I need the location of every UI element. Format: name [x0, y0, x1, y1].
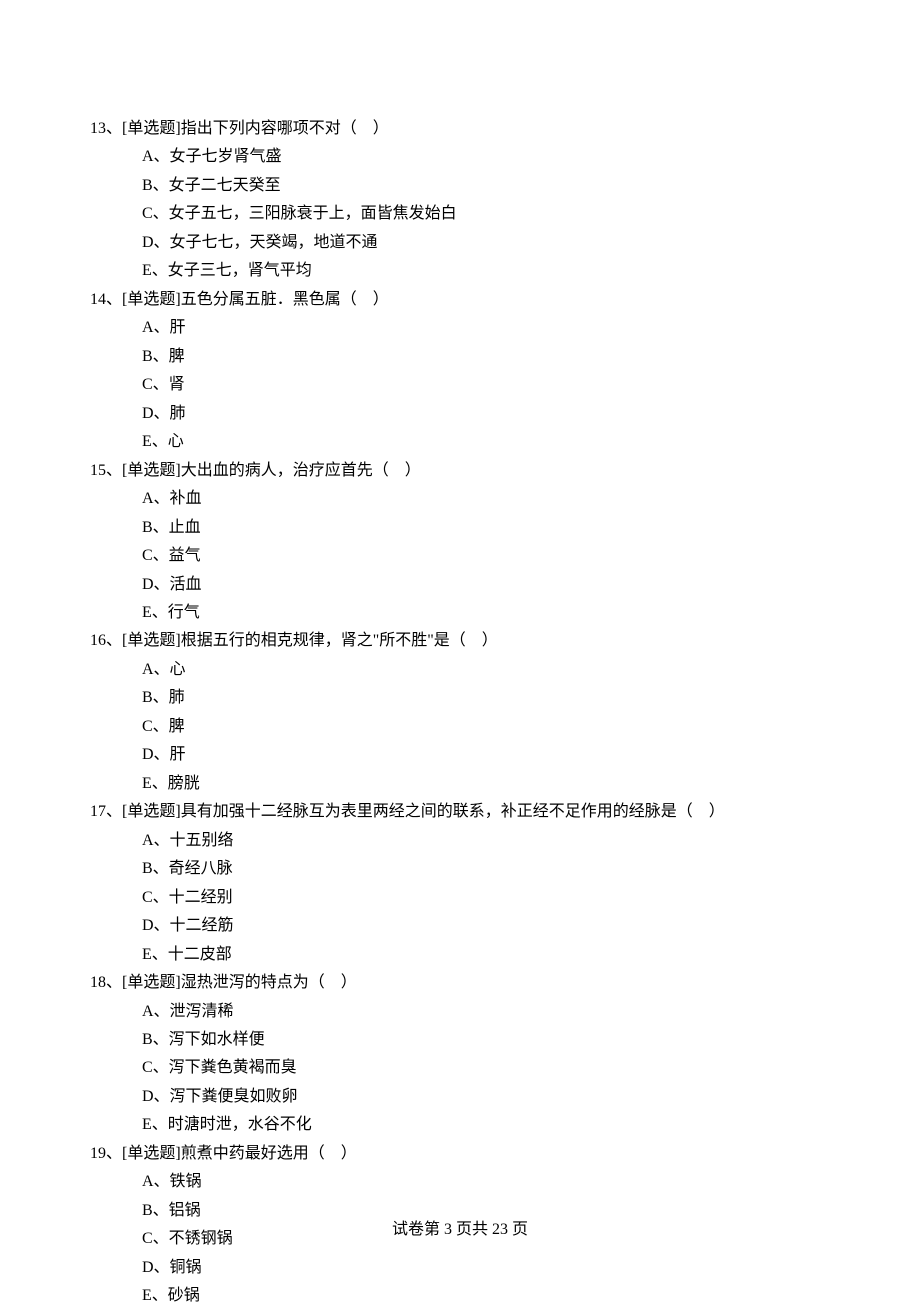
option-e: E、心	[142, 428, 830, 456]
options-list: A、心 B、肺 C、脾 D、肝 E、膀胱	[90, 656, 830, 798]
option-d: D、泻下粪便臭如败卵	[142, 1083, 830, 1111]
question-15: 15、[单选题]大出血的病人，治疗应首先（ ） A、补血 B、止血 C、益气 D…	[90, 457, 830, 628]
option-a: A、铁锅	[142, 1168, 830, 1196]
option-c: C、脾	[142, 713, 830, 741]
question-text: 煎煮中药最好选用（ ）	[181, 1145, 357, 1162]
options-list: A、肝 B、脾 C、肾 D、肺 E、心	[90, 314, 830, 456]
question-stem: 15、[单选题]大出血的病人，治疗应首先（ ）	[90, 457, 830, 485]
option-b: B、女子二七天癸至	[142, 172, 830, 200]
question-text: 湿热泄泻的特点为（ ）	[181, 974, 357, 991]
question-stem: 16、[单选题]根据五行的相克规律，肾之"所不胜"是（ ）	[90, 627, 830, 655]
option-e: E、膀胱	[142, 770, 830, 798]
option-d: D、肝	[142, 741, 830, 769]
option-b: B、奇经八脉	[142, 855, 830, 883]
option-c: C、肾	[142, 371, 830, 399]
option-b: B、泻下如水样便	[142, 1026, 830, 1054]
options-list: A、泄泻清稀 B、泻下如水样便 C、泻下粪色黄褐而臭 D、泻下粪便臭如败卵 E、…	[90, 998, 830, 1140]
option-e: E、十二皮部	[142, 941, 830, 969]
option-c: C、十二经别	[142, 884, 830, 912]
option-d: D、女子七七，天癸竭，地道不通	[142, 229, 830, 257]
option-e: E、女子三七，肾气平均	[142, 257, 830, 285]
question-16: 16、[单选题]根据五行的相克规律，肾之"所不胜"是（ ） A、心 B、肺 C、…	[90, 627, 830, 798]
page-footer: 试卷第 3 页共 23 页	[0, 1216, 920, 1244]
question-number: 17、	[90, 803, 122, 820]
option-e: E、行气	[142, 599, 830, 627]
question-type: [单选题]	[122, 1145, 181, 1162]
option-c: C、泻下粪色黄褐而臭	[142, 1054, 830, 1082]
option-b: B、脾	[142, 343, 830, 371]
question-18: 18、[单选题]湿热泄泻的特点为（ ） A、泄泻清稀 B、泻下如水样便 C、泻下…	[90, 969, 830, 1140]
question-type: [单选题]	[122, 974, 181, 991]
option-e: E、砂锅	[142, 1282, 830, 1310]
question-type: [单选题]	[122, 632, 181, 649]
question-13: 13、[单选题]指出下列内容哪项不对（ ） A、女子七岁肾气盛 B、女子二七天癸…	[90, 115, 830, 286]
question-type: [单选题]	[122, 120, 181, 137]
question-type: [单选题]	[122, 291, 181, 308]
option-d: D、肺	[142, 400, 830, 428]
exam-content: 13、[单选题]指出下列内容哪项不对（ ） A、女子七岁肾气盛 B、女子二七天癸…	[90, 115, 830, 1311]
option-d: D、十二经筋	[142, 912, 830, 940]
option-a: A、女子七岁肾气盛	[142, 143, 830, 171]
question-number: 15、	[90, 462, 122, 479]
option-a: A、补血	[142, 485, 830, 513]
option-a: A、心	[142, 656, 830, 684]
question-type: [单选题]	[122, 803, 181, 820]
question-stem: 14、[单选题]五色分属五脏．黑色属（ ）	[90, 286, 830, 314]
options-list: A、十五别络 B、奇经八脉 C、十二经别 D、十二经筋 E、十二皮部	[90, 827, 830, 969]
question-number: 19、	[90, 1145, 122, 1162]
question-number: 13、	[90, 120, 122, 137]
question-number: 16、	[90, 632, 122, 649]
question-type: [单选题]	[122, 462, 181, 479]
question-text: 五色分属五脏．黑色属（ ）	[181, 291, 389, 308]
option-c: C、女子五七，三阳脉衰于上，面皆焦发始白	[142, 200, 830, 228]
option-c: C、益气	[142, 542, 830, 570]
option-b: B、止血	[142, 514, 830, 542]
option-d: D、铜锅	[142, 1254, 830, 1282]
options-list: A、女子七岁肾气盛 B、女子二七天癸至 C、女子五七，三阳脉衰于上，面皆焦发始白…	[90, 143, 830, 285]
option-a: A、肝	[142, 314, 830, 342]
question-number: 14、	[90, 291, 122, 308]
option-a: A、十五别络	[142, 827, 830, 855]
question-text: 具有加强十二经脉互为表里两经之间的联系，补正经不足作用的经脉是（ ）	[181, 803, 725, 820]
question-text: 大出血的病人，治疗应首先（ ）	[181, 462, 421, 479]
question-stem: 19、[单选题]煎煮中药最好选用（ ）	[90, 1140, 830, 1168]
option-a: A、泄泻清稀	[142, 998, 830, 1026]
question-text: 指出下列内容哪项不对（ ）	[181, 120, 389, 137]
question-stem: 13、[单选题]指出下列内容哪项不对（ ）	[90, 115, 830, 143]
option-e: E、时溏时泄，水谷不化	[142, 1111, 830, 1139]
option-b: B、肺	[142, 684, 830, 712]
question-17: 17、[单选题]具有加强十二经脉互为表里两经之间的联系，补正经不足作用的经脉是（…	[90, 798, 830, 969]
options-list: A、补血 B、止血 C、益气 D、活血 E、行气	[90, 485, 830, 627]
question-stem: 17、[单选题]具有加强十二经脉互为表里两经之间的联系，补正经不足作用的经脉是（…	[90, 798, 830, 826]
question-number: 18、	[90, 974, 122, 991]
question-14: 14、[单选题]五色分属五脏．黑色属（ ） A、肝 B、脾 C、肾 D、肺 E、…	[90, 286, 830, 457]
question-text: 根据五行的相克规律，肾之"所不胜"是（ ）	[181, 632, 498, 649]
option-d: D、活血	[142, 571, 830, 599]
question-stem: 18、[单选题]湿热泄泻的特点为（ ）	[90, 969, 830, 997]
